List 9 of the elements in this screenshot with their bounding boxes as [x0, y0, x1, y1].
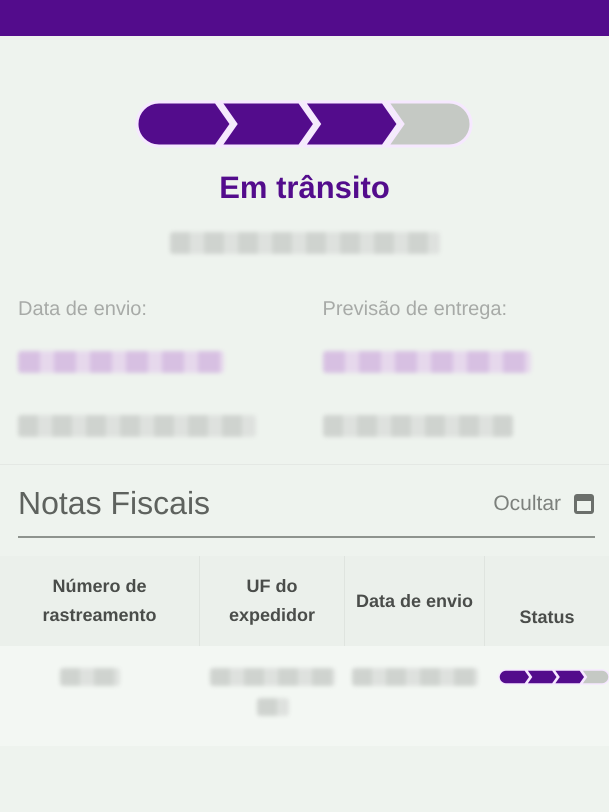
status-title: Em trânsito	[219, 170, 390, 206]
section-title: Notas Fiscais	[18, 485, 210, 522]
date-label: Previsão de entrega:	[322, 298, 508, 321]
column-header: Status	[518, 606, 576, 630]
blurred-text	[60, 668, 120, 686]
blurred-text	[256, 698, 288, 716]
hide-button[interactable]: Ocultar	[493, 492, 595, 516]
panel-icon	[573, 492, 595, 514]
date-label: Data de envio:	[18, 298, 148, 321]
